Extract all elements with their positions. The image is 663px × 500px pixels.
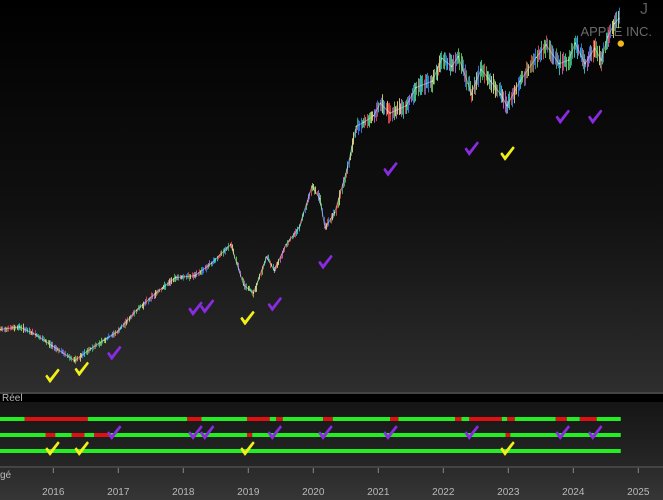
price-point — [558, 63, 560, 65]
price-point — [155, 292, 157, 294]
price-point — [334, 212, 336, 214]
price-point — [451, 65, 453, 68]
price-point — [347, 166, 349, 168]
price-point — [373, 115, 375, 117]
price-point — [499, 93, 502, 95]
panel-divider — [0, 466, 663, 468]
x-tick-label: 2017 — [107, 487, 130, 498]
price-point — [210, 262, 212, 265]
price-point — [545, 44, 547, 46]
price-point — [135, 309, 138, 311]
price-point — [441, 57, 443, 59]
last-price-marker — [617, 40, 624, 47]
price-point — [480, 68, 482, 70]
mode-label: Réel — [2, 393, 23, 404]
panel-divider — [0, 392, 663, 394]
x-tick-label: 2018 — [172, 487, 195, 498]
price-point — [355, 125, 357, 127]
price-point — [116, 331, 118, 333]
price-point — [535, 56, 537, 59]
price-point — [618, 18, 620, 20]
x-tick-label: 2024 — [562, 487, 585, 498]
price-point — [415, 86, 417, 89]
price-point — [363, 121, 365, 123]
price-point — [431, 80, 433, 82]
price-point — [273, 269, 275, 271]
corner-symbol: J — [640, 1, 648, 18]
x-tick-label: 2019 — [237, 487, 260, 498]
price-point — [90, 347, 92, 350]
price-point — [470, 93, 472, 95]
price-point — [457, 55, 459, 58]
price-point — [194, 275, 196, 277]
price-point — [389, 112, 391, 114]
chart-area[interactable]: J APPLE INC. Réel gé 2016 2017 2018 2019 202… — [0, 0, 663, 500]
price-point — [35, 334, 37, 336]
price-point — [265, 256, 268, 258]
x-tick-label: 2020 — [302, 487, 325, 498]
price-point — [311, 185, 313, 187]
x-tick-label: 2022 — [432, 487, 455, 498]
price-point — [574, 42, 576, 44]
price-point — [600, 59, 602, 61]
price-point — [594, 47, 596, 49]
x-tick-label: 2016 — [42, 487, 65, 498]
price-point — [285, 244, 287, 246]
x-tick-label: 2021 — [367, 487, 390, 498]
price-point — [74, 360, 76, 362]
price-point — [607, 36, 609, 38]
x-tick-label: 2023 — [497, 487, 520, 498]
price-point — [298, 227, 300, 229]
price-point — [319, 198, 321, 200]
price-point — [230, 244, 232, 246]
price-point — [51, 345, 53, 347]
indicator-label: gé — [0, 470, 12, 481]
price-point — [252, 292, 255, 294]
price-point — [490, 80, 492, 82]
price-point — [613, 22, 615, 25]
stock-chart: J APPLE INC. Réel gé 2016 2017 2018 2019 202… — [0, 0, 663, 500]
price-point — [18, 326, 21, 328]
price-point — [379, 102, 381, 104]
price-point — [405, 105, 407, 107]
price-point — [584, 63, 586, 65]
price-point — [174, 276, 177, 279]
x-tick-label: 2025 — [627, 487, 650, 498]
price-point — [467, 82, 469, 84]
price-point — [324, 227, 326, 229]
price-point — [103, 339, 105, 341]
price-point — [243, 284, 245, 286]
price-point — [568, 59, 570, 61]
price-point — [506, 105, 508, 107]
price-point — [519, 80, 521, 82]
